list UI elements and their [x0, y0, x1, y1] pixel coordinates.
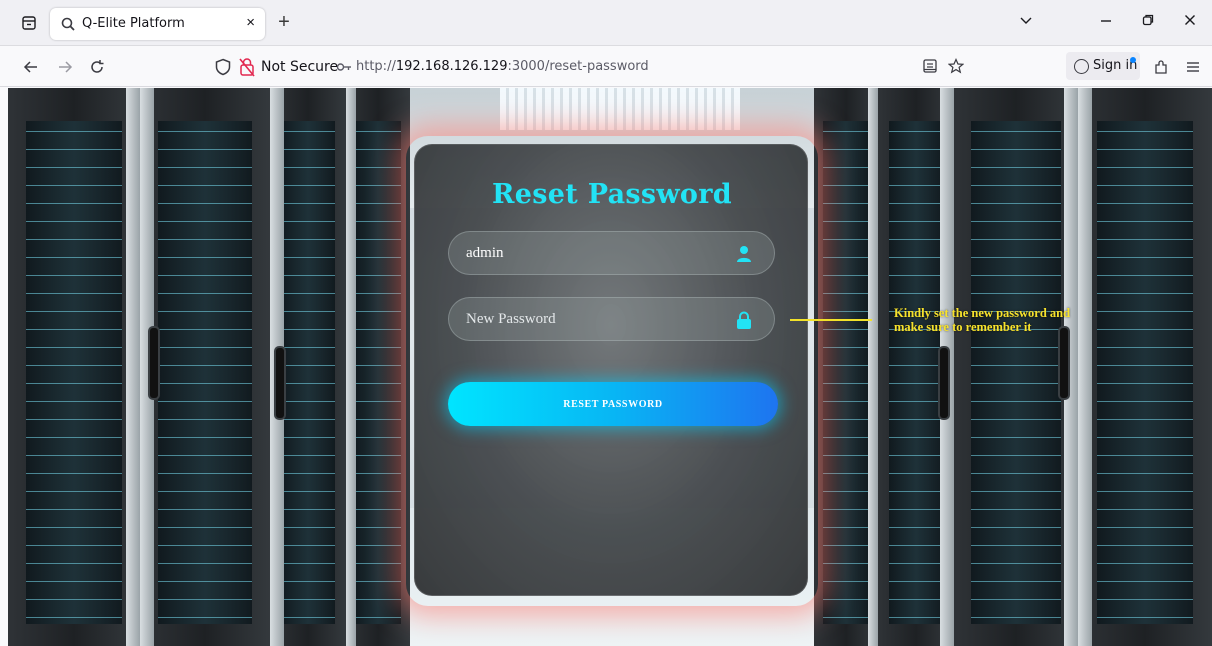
username-field[interactable]	[448, 231, 775, 275]
url-text[interactable]: http://192.168.126.129:3000/reset-passwo…	[356, 59, 649, 74]
annotation-line	[790, 319, 872, 321]
account-icon	[1074, 59, 1089, 74]
server-rack-right-3	[878, 88, 954, 646]
annotation-text: Kindly set the new password and make sur…	[894, 306, 1071, 334]
navigation-bar: Not Secure http://192.168.126.129:3000/r…	[0, 47, 1212, 87]
tab-list-icon[interactable]	[16, 10, 42, 36]
server-rack-left-1	[8, 88, 140, 646]
magnifier-favicon-icon	[61, 17, 75, 31]
server-rack-right-4	[814, 88, 878, 646]
menu-icon[interactable]	[1180, 54, 1206, 80]
reload-icon[interactable]	[84, 54, 110, 80]
not-secure-label[interactable]: Not Secure	[261, 59, 338, 75]
server-rack-left-3	[270, 88, 346, 646]
sign-in-button[interactable]: Sign in	[1066, 52, 1140, 80]
notification-dot	[1130, 57, 1136, 63]
tab-bar: Q-Elite Platform × +	[0, 0, 1212, 46]
close-tab-icon[interactable]: ×	[246, 14, 255, 31]
server-rack-left-4	[346, 88, 410, 646]
new-password-input[interactable]	[466, 298, 716, 340]
reset-password-card: Reset Password RESET PASSWORD	[414, 144, 808, 596]
page-title: Reset Password	[492, 179, 732, 210]
active-tab[interactable]: Q-Elite Platform ×	[50, 8, 265, 40]
url-prefix: http://	[356, 59, 396, 74]
url-bar[interactable]: Not Secure http://192.168.126.129:3000/r…	[206, 52, 976, 82]
reset-password-button[interactable]: RESET PASSWORD	[448, 382, 778, 426]
reader-view-icon[interactable]	[920, 58, 940, 78]
restore-icon[interactable]	[1136, 12, 1160, 34]
shield-icon[interactable]	[214, 58, 232, 76]
tab-title: Q-Elite Platform	[82, 16, 185, 31]
url-path: :3000/reset-password	[507, 59, 649, 74]
extensions-icon[interactable]	[1148, 54, 1174, 80]
username-input[interactable]	[466, 232, 716, 274]
close-window-icon[interactable]	[1178, 12, 1202, 34]
back-icon[interactable]	[18, 54, 44, 80]
insecure-lock-icon[interactable]	[238, 57, 256, 77]
server-rack-right-2	[954, 88, 1078, 646]
server-rack-right-1	[1078, 88, 1212, 646]
new-tab-icon[interactable]: +	[272, 10, 296, 34]
page-viewport: Reset Password RESET PASSWORD Kindly set…	[8, 88, 1212, 646]
new-password-field[interactable]	[448, 297, 775, 341]
server-rack-left-2	[140, 88, 270, 646]
lock-icon	[737, 311, 751, 329]
ceiling-light	[500, 88, 740, 130]
user-icon	[737, 246, 751, 262]
url-host: 192.168.126.129	[395, 59, 508, 74]
key-icon[interactable]	[336, 58, 352, 76]
bookmark-star-icon[interactable]	[946, 58, 966, 78]
chevron-down-icon[interactable]	[1014, 12, 1038, 34]
minimize-icon[interactable]	[1094, 12, 1118, 34]
forward-icon[interactable]	[52, 54, 78, 80]
